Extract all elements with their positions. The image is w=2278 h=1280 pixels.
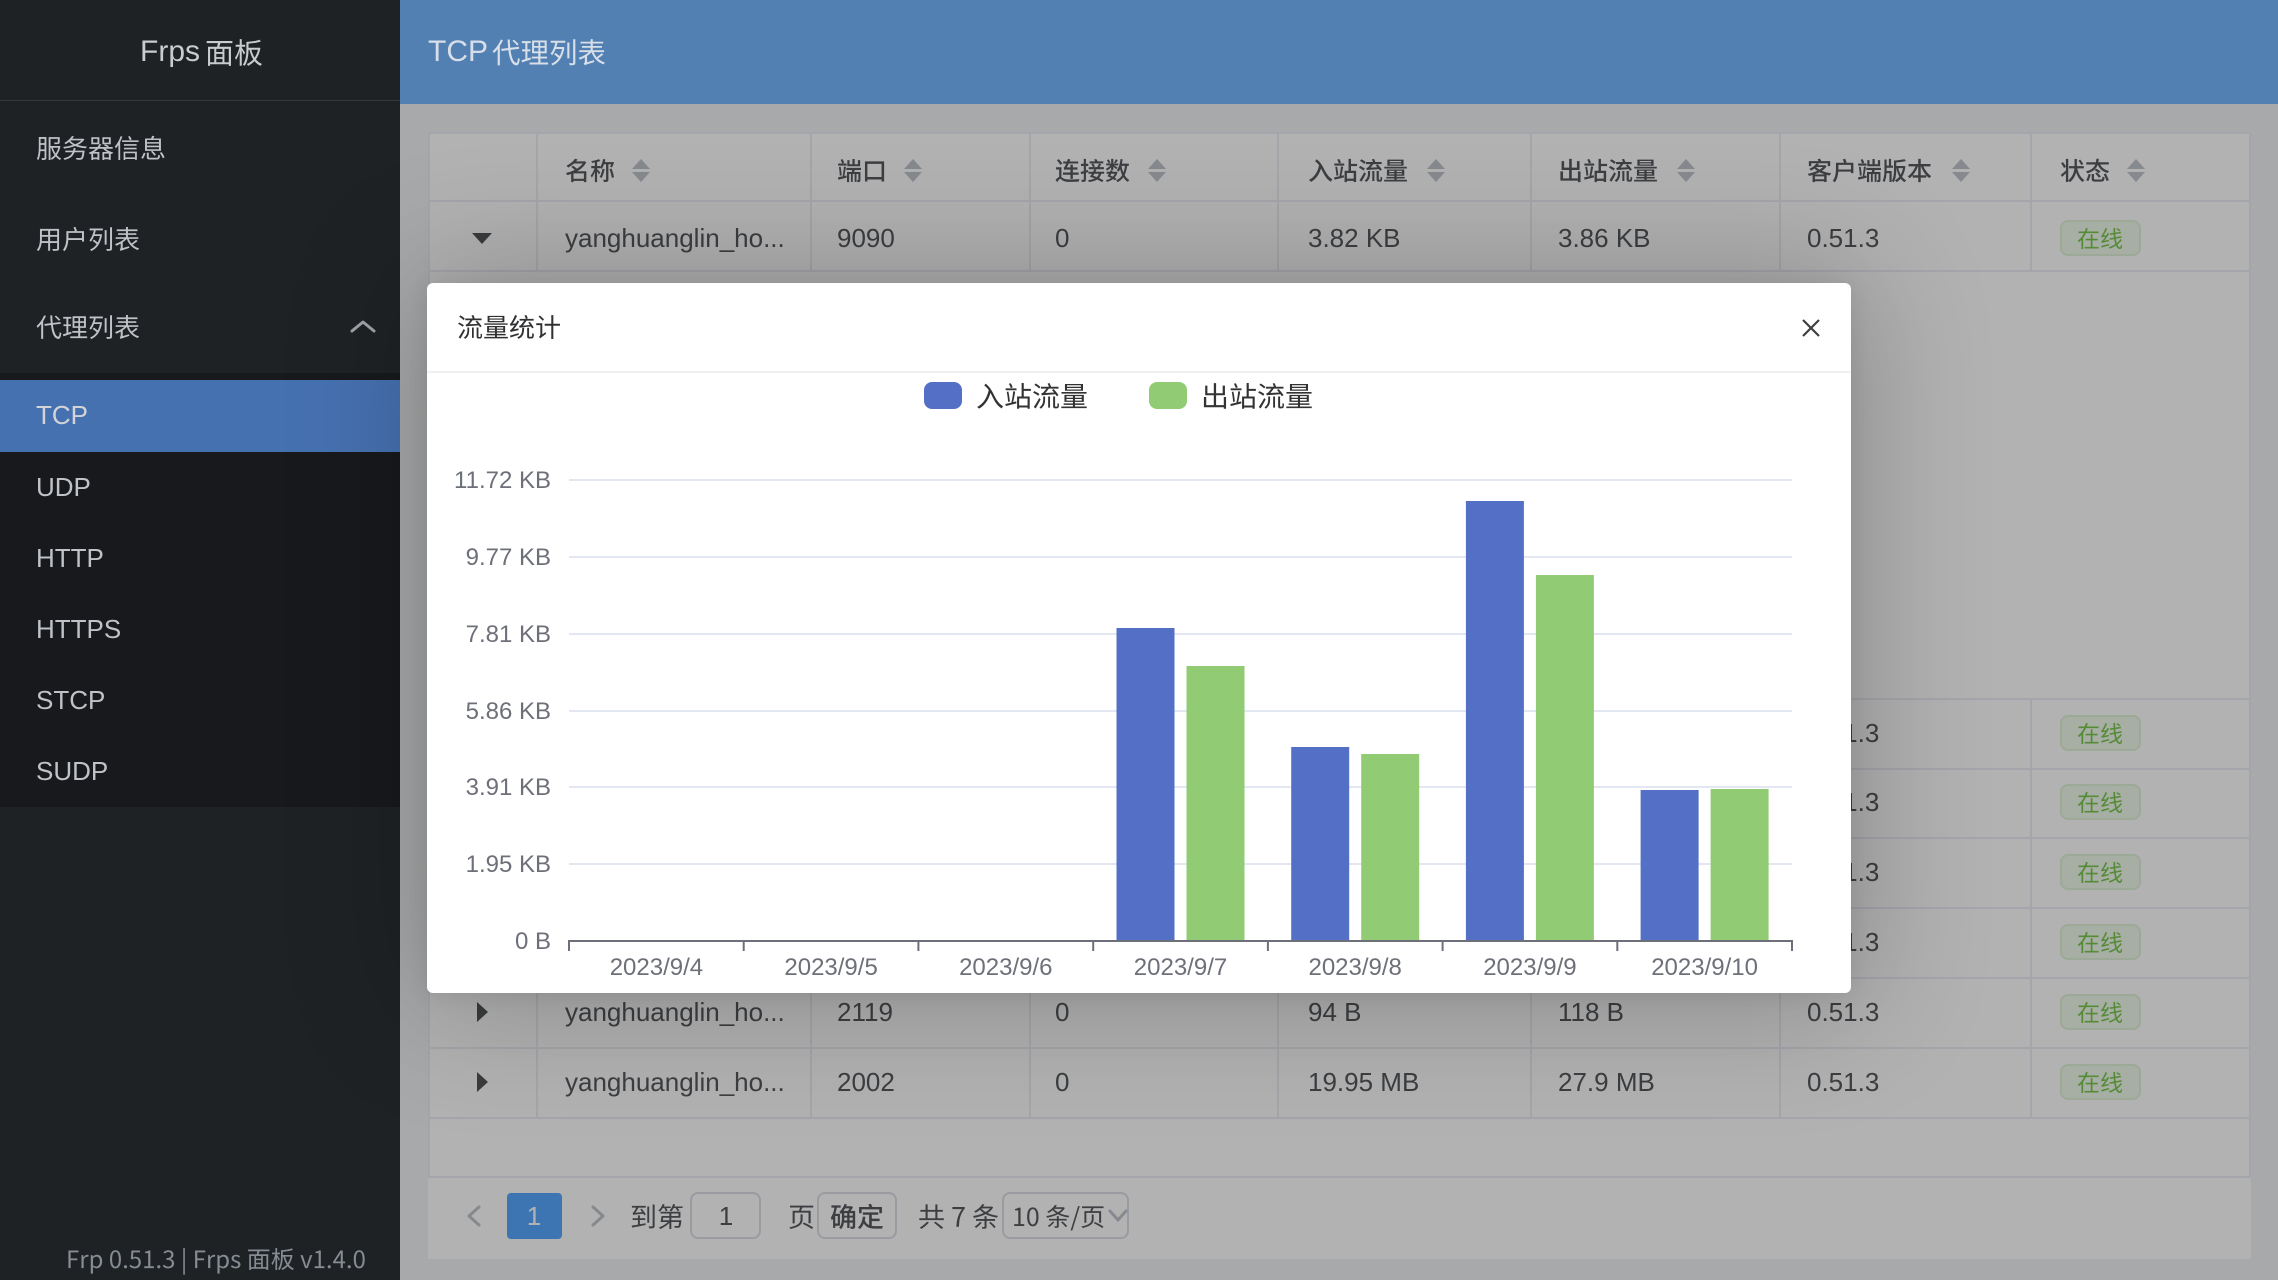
svg-text:3.91 KB: 3.91 KB [466, 774, 551, 801]
svg-text:2023/9/8: 2023/9/8 [1308, 954, 1401, 981]
svg-text:5.86 KB: 5.86 KB [466, 698, 551, 725]
svg-text:2023/9/7: 2023/9/7 [1134, 954, 1227, 981]
svg-text:7.81 KB: 7.81 KB [466, 621, 551, 648]
svg-text:2023/9/4: 2023/9/4 [610, 954, 703, 981]
svg-text:1.95 KB: 1.95 KB [466, 851, 551, 878]
svg-text:9.77 KB: 9.77 KB [466, 544, 551, 571]
svg-text:2023/9/10: 2023/9/10 [1651, 954, 1758, 981]
svg-text:2023/9/5: 2023/9/5 [784, 954, 877, 981]
svg-text:2023/9/6: 2023/9/6 [959, 954, 1052, 981]
svg-text:2023/9/9: 2023/9/9 [1483, 954, 1576, 981]
svg-text:0 B: 0 B [515, 928, 551, 955]
svg-text:11.72 KB: 11.72 KB [454, 467, 551, 494]
